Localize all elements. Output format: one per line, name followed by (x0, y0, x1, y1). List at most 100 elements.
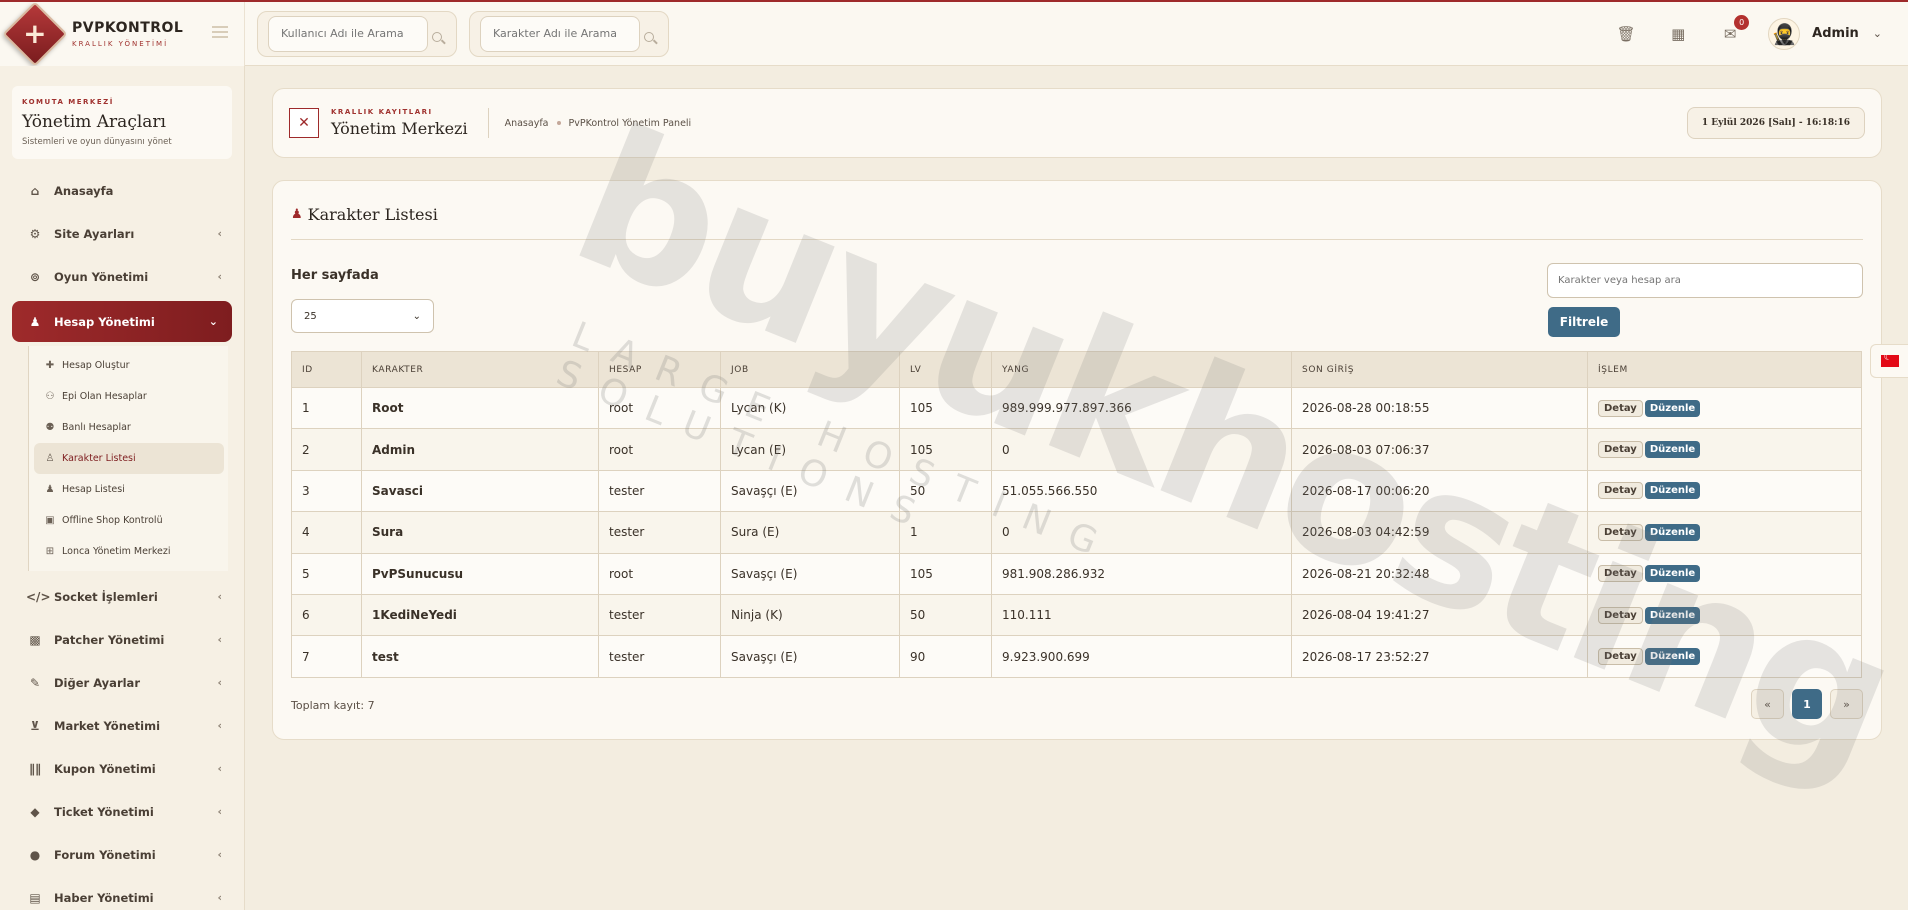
trash-icon[interactable]: 🗑 (1616, 24, 1636, 44)
chevron-left-icon: ‹ (217, 590, 222, 603)
close-icon[interactable]: ✕ (289, 108, 319, 138)
sidebar-subitem-offline-shop[interactable]: ▣ Offline Shop Kontrolü (34, 505, 224, 536)
sidebar-title: Yönetim Araçları (22, 112, 166, 132)
detail-button[interactable]: Detay (1598, 482, 1643, 500)
table-cell: PvPSunucusu (361, 552, 599, 595)
table-cell: Savaşçı (E) (720, 552, 900, 595)
chevron-down-icon[interactable]: ⌄ (1873, 27, 1882, 40)
sidebar-subnav: ✚ Hesap Oluştur ⚇ Epi Olan Hesaplar ⚉ Ba… (28, 346, 228, 571)
sidebar-subitem-lonca[interactable]: ⊞ Lonca Yönetim Merkezi (34, 536, 224, 567)
chevron-down-icon: ⌄ (208, 315, 218, 328)
sidebar-item-forum[interactable]: ● Forum Yönetimi ‹ (0, 833, 244, 876)
table-row: 7 test tester Savaşçı (E) 90 9.923.900.699 202… (291, 635, 1862, 678)
sidebar-subitem-epi-hesaplar[interactable]: ⚇ Epi Olan Hesaplar (34, 381, 224, 412)
user-search-input[interactable] (268, 15, 428, 52)
sidebar-item-socket[interactable]: </> Socket İşlemleri ‹ (0, 575, 244, 618)
column-header[interactable]: YANG (991, 351, 1292, 388)
sidebar-item-label: Haber Yönetimi (54, 890, 154, 905)
search-icon[interactable] (644, 31, 658, 46)
edit-button[interactable]: Düzenle (1644, 523, 1701, 541)
chevron-left-icon: ‹ (217, 719, 222, 732)
detail-button[interactable]: Detay (1598, 648, 1643, 666)
detail-button[interactable]: Detay (1598, 399, 1643, 417)
column-header[interactable]: JOB (720, 351, 900, 388)
edit-button[interactable]: Düzenle (1644, 482, 1701, 500)
turkey-flag-icon (1880, 352, 1899, 367)
search-icon[interactable] (432, 31, 446, 46)
pagination-prev[interactable]: « (1751, 689, 1784, 719)
detail-button[interactable]: Detay (1598, 441, 1643, 459)
sidebar-item-label: Hesap Yönetimi (54, 314, 155, 329)
box-icon: ▩ (29, 632, 41, 647)
table-cell: 2026-08-03 04:42:59 (1291, 511, 1588, 554)
column-header[interactable]: HESAP (598, 351, 721, 388)
sidebar-item-haber[interactable]: ▤ Haber Yönetimi ‹ (0, 876, 244, 910)
filter-button[interactable]: Filtrele (1548, 307, 1620, 337)
sidebar-item-anasayfa[interactable]: ⌂ Anasayfa (0, 169, 244, 212)
sidebar-item-patcher[interactable]: ▩ Patcher Yönetimi ‹ (0, 618, 244, 661)
sidebar-item-hesap-yonetimi[interactable]: ♟ Hesap Yönetimi ⌄ (12, 301, 232, 342)
edit-button[interactable]: Düzenle (1644, 606, 1701, 624)
sidebar-subitem-banli-hesaplar[interactable]: ⚉ Banlı Hesaplar (34, 412, 224, 443)
sitemap-icon: ⊞ (45, 546, 55, 557)
table-cell: 7 (291, 635, 362, 678)
sidebar-item-label: Kupon Yönetimi (54, 761, 156, 776)
per-page-select[interactable]: 25 ⌄ (291, 299, 434, 333)
table-header-row: ID KARAKTER HESAP JOB LV YANG SON GİRİŞ … (291, 351, 1862, 388)
chevron-left-icon: ‹ (217, 762, 222, 775)
sidebar-subitem-label: Hesap Listesi (62, 484, 125, 495)
detail-button[interactable]: Detay (1598, 606, 1643, 624)
sidebar-subitem-hesap-listesi[interactable]: ♟ Hesap Listesi (34, 474, 224, 505)
sidebar-item-diger[interactable]: ✎ Diğer Ayarlar ‹ (0, 661, 244, 704)
table-row: 1 Root root Lycan (K) 105 989.999.977.897.366… (291, 386, 1862, 430)
avatar[interactable]: 🥷 (1768, 17, 1801, 50)
user-name[interactable]: Admin (1812, 26, 1859, 41)
edit-button[interactable]: Düzenle (1644, 648, 1701, 666)
edit-button[interactable]: Düzenle (1644, 565, 1701, 583)
table-cell: 50 (899, 593, 992, 637)
char-search-input[interactable] (480, 15, 640, 52)
table-row: 6 1KediNeYedi tester Ninja (K) 50 110.111 2026… (291, 593, 1862, 637)
pagination-current[interactable]: 1 (1792, 689, 1822, 719)
character-table: ID KARAKTER HESAP JOB LV YANG SON GİRİŞ … (291, 351, 1862, 678)
table-cell: tester (598, 511, 721, 554)
edit-button[interactable]: Düzenle (1644, 441, 1701, 459)
sidebar-item-kupon[interactable]: ∥∥ Kupon Yönetimi ‹ (0, 747, 244, 790)
column-header[interactable]: SON GİRİŞ (1291, 351, 1588, 388)
table-cell: 2026-08-17 23:52:27 (1291, 635, 1588, 678)
sidebar-subitem-hesap-olustur[interactable]: ✚ Hesap Oluştur (34, 350, 224, 381)
column-header[interactable]: KARAKTER (361, 351, 599, 388)
column-header[interactable]: ID (291, 351, 362, 388)
character-search-input[interactable] (1547, 263, 1863, 298)
table-cell: root (598, 552, 721, 595)
sidebar-item-oyun-yonetimi[interactable]: ⊚ Oyun Yönetimi ‹ (0, 255, 244, 298)
per-page-value: 25 (304, 310, 317, 322)
table-cell: 9.923.900.699 (991, 635, 1292, 678)
calendar-icon[interactable]: ▦ (1668, 24, 1688, 44)
sidebar-item-ticket[interactable]: ◆ Ticket Yönetimi ‹ (0, 790, 244, 833)
detail-button[interactable]: Detay (1598, 523, 1643, 541)
sidebar-item-label: Forum Yönetimi (54, 847, 156, 862)
brand[interactable]: + PVPKONTROL KRALLIK YÖNETİMİ (0, 0, 245, 67)
breadcrumb-current: PvPKontrol Yönetim Paneli (568, 117, 692, 129)
menu-toggle-icon[interactable] (212, 25, 228, 41)
table-cell: 2026-08-03 07:06:37 (1291, 428, 1588, 471)
pagination-next[interactable]: » (1830, 689, 1863, 719)
breadcrumb-separator (556, 121, 561, 125)
card-title-text: Karakter Listesi (307, 205, 438, 224)
column-header[interactable]: LV (899, 351, 992, 388)
language-switcher[interactable] (1870, 344, 1908, 378)
mail-icon[interactable]: ✉ 0 (1720, 14, 1750, 44)
sidebar-item-market[interactable]: ⊻ Market Yönetimi ‹ (0, 704, 244, 747)
table-cell: tester (598, 469, 721, 513)
sidebar-item-site-ayarlari[interactable]: ⚙ Site Ayarları ‹ (0, 212, 244, 255)
breadcrumb-home[interactable]: Anasayfa (505, 118, 549, 129)
chevron-left-icon: ‹ (217, 676, 222, 689)
home-icon: ⌂ (30, 183, 40, 198)
chevron-left-icon: ‹ (217, 270, 222, 283)
table-cell: Sura (361, 511, 599, 554)
detail-button[interactable]: Detay (1598, 565, 1643, 583)
edit-button[interactable]: Düzenle (1644, 399, 1701, 417)
page-kicker: KRALLIK KAYITLARI (331, 108, 433, 116)
sidebar-subitem-karakter-listesi[interactable]: ♙ Karakter Listesi (34, 443, 224, 474)
